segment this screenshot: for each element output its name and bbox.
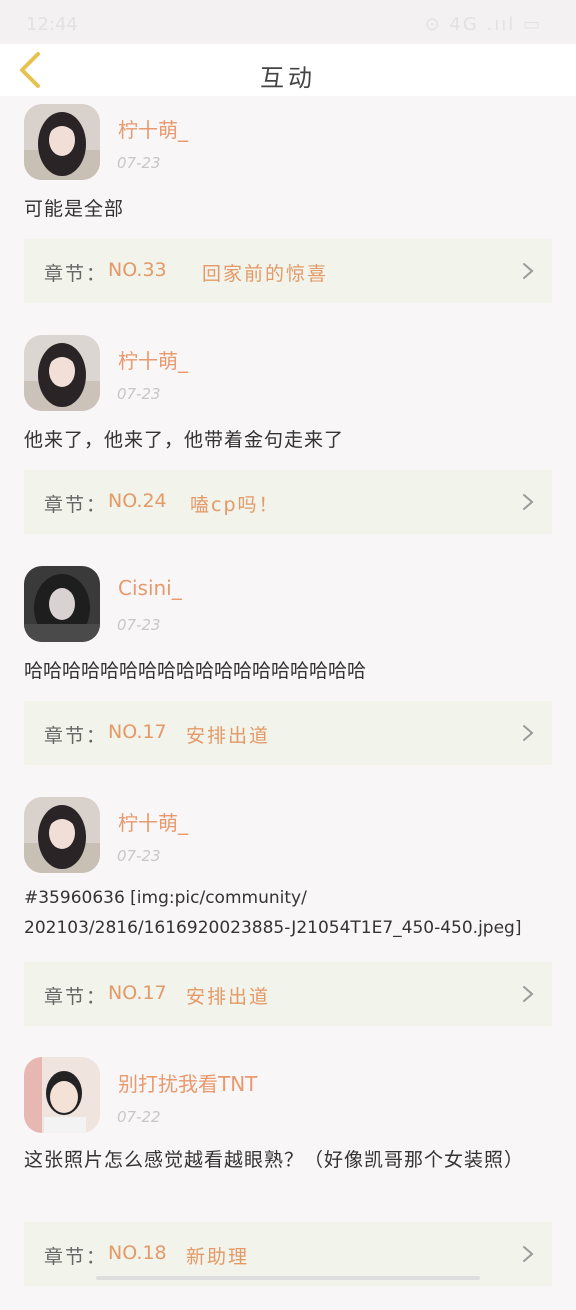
status-time: 12:44 [26, 14, 78, 35]
chapter-link[interactable]: 章节： NO.24 嗑cp吗！ [24, 470, 552, 534]
avatar[interactable] [24, 335, 100, 411]
chevron-right-icon [523, 986, 534, 1002]
chevron-right-icon [523, 1246, 534, 1262]
comment-text: #35960636 [img:pic/community/ 202103/281… [24, 888, 522, 938]
username[interactable]: 柠十萌_ [118, 807, 188, 836]
comment-date: 07-23 [117, 154, 161, 172]
chevron-right-icon [523, 725, 534, 741]
chapter-name: 回家前的惊喜 [202, 263, 329, 285]
comment-item: 柠十萌_ 07-23 #35960636 [img:pic/community/… [0, 789, 576, 1050]
username[interactable]: 柠十萌_ [118, 114, 188, 143]
username[interactable]: 别打扰我看TNT [118, 1068, 257, 1097]
chapter-name: 安排出道 [186, 725, 271, 747]
avatar[interactable] [24, 566, 100, 642]
comment-date: 07-23 [117, 385, 161, 403]
comment-text: 可能是全部 [24, 198, 125, 220]
chapter-name: 新助理 [186, 1246, 250, 1268]
chapter-link[interactable]: 章节： NO.17 安排出道 [24, 701, 552, 765]
chapter-number: NO.17 [108, 721, 167, 743]
chapter-label: 章节： [44, 263, 108, 285]
chapter-link[interactable]: 章节： NO.33 回家前的惊喜 [24, 239, 552, 303]
avatar[interactable] [24, 797, 100, 873]
chevron-right-icon [523, 263, 534, 279]
chapter-label: 章节： [44, 986, 108, 1008]
avatar[interactable] [24, 1057, 100, 1133]
avatar[interactable] [24, 104, 100, 180]
chapter-number: NO.18 [108, 1242, 167, 1264]
chevron-right-icon [523, 494, 534, 510]
comment-feed: 柠十萌_ 07-23 可能是全部 章节： NO.33 回家前的惊喜 柠十萌_ 0… [0, 96, 576, 1310]
comment-date: 07-23 [117, 847, 161, 865]
comment-item: 柠十萌_ 07-23 可能是全部 章节： NO.33 回家前的惊喜 [0, 96, 576, 327]
username[interactable]: Cisini_ [118, 576, 182, 600]
status-bar: 12:44 ⊙ 4G .ııl ▭ [0, 0, 576, 44]
chapter-label: 章节： [44, 1246, 108, 1268]
comment-date: 07-23 [117, 616, 161, 634]
comment-text: 哈哈哈哈哈哈哈哈哈哈哈哈哈哈哈哈哈哈 [24, 660, 367, 682]
page-title: 互动 [260, 64, 316, 92]
chapter-label: 章节： [44, 725, 108, 747]
comment-item: 柠十萌_ 07-23 他来了，他来了，他带着金句走来了 章节： NO.24 嗑c… [0, 327, 576, 558]
comment-item: 别打扰我看TNT 07-22 这张照片怎么感觉越看越眼熟？（好像凯哥那个女装照）… [0, 1050, 576, 1310]
chapter-number: NO.33 [108, 259, 167, 281]
chapter-link[interactable]: 章节： NO.17 安排出道 [24, 962, 552, 1026]
chapter-label: 章节： [44, 494, 108, 516]
chapter-number: NO.24 [108, 490, 167, 512]
chapter-number: NO.17 [108, 982, 167, 1004]
comment-text: 他来了，他来了，他带着金句走来了 [24, 429, 345, 451]
top-bar: 互动 [0, 44, 576, 96]
comment-date: 07-22 [117, 1108, 161, 1126]
chapter-name: 嗑cp吗！ [190, 494, 280, 516]
status-icons: ⊙ 4G .ııl ▭ [424, 14, 542, 35]
username[interactable]: 柠十萌_ [118, 345, 188, 374]
home-indicator [96, 1276, 480, 1280]
chapter-name: 安排出道 [186, 986, 271, 1008]
comment-item: Cisini_ 07-23 哈哈哈哈哈哈哈哈哈哈哈哈哈哈哈哈哈哈 章节： NO.… [0, 558, 576, 789]
comment-text: 这张照片怎么感觉越看越眼熟？（好像凯哥那个女装照） [24, 1149, 525, 1171]
